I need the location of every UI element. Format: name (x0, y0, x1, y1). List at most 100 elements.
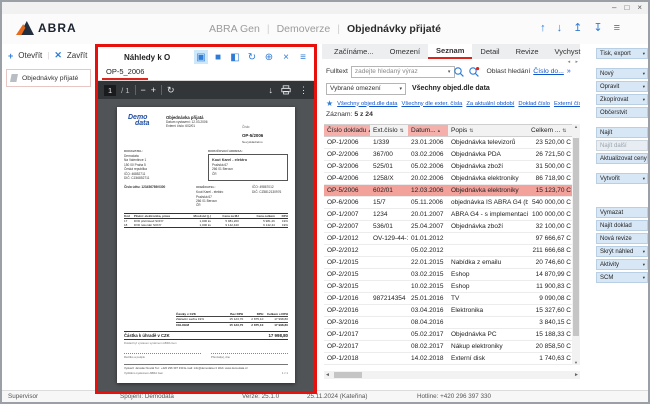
ob-erstvit-button[interactable]: Občerstvit (596, 107, 648, 118)
column-header-ext-slo[interactable]: Ext.číslo⇅ (370, 125, 408, 136)
tab-vychyst[interactable]: Vychyst (547, 45, 589, 58)
chevron-down-icon: ▾ (643, 84, 645, 90)
aktivity-button[interactable]: Aktivity▾ (596, 259, 648, 270)
table-row[interactable]: OP-5/2006602/0112.03.2006Objednávka elek… (324, 185, 572, 197)
naj-t-doklad-button[interactable]: Najít doklad (596, 220, 648, 231)
cell: 23 520,00 C (528, 137, 572, 148)
table-row[interactable]: OP-1/201698721435425.01.2016TV9 090,08 C (324, 293, 572, 305)
tab-detail[interactable]: Detail (472, 45, 507, 58)
restriction-dropdown[interactable]: Vybrané omezení ▾ (326, 83, 406, 95)
vytvo-it-button[interactable]: Vytvořit▾ (596, 173, 648, 184)
table-row[interactable]: OP-2/201708.02.2017Nákup elektroniky20 8… (324, 341, 572, 353)
preview-pane-icon[interactable]: ▣ (194, 50, 208, 64)
zkop-rovat-button[interactable]: Zkopírovat▾ (596, 94, 648, 105)
search-next-icon[interactable] (468, 66, 480, 78)
zoom-out-icon[interactable]: − (141, 84, 146, 96)
web-view-icon[interactable]: ⊕ (262, 50, 276, 64)
table-row[interactable]: OP-1/2012OV-129-44-1201.01.201297 666,67… (324, 233, 572, 245)
close-button[interactable]: Zavřít (67, 51, 87, 60)
column-header-celkem[interactable]: Celkem ...⇅ (528, 125, 572, 136)
nov-button[interactable]: Nový▾ (596, 68, 648, 79)
vertical-scroll-thumb[interactable] (573, 138, 579, 336)
main-menu-icon[interactable]: ≡ (614, 22, 620, 35)
nov-revize-button[interactable]: Nová revize (596, 233, 648, 244)
skr-t-n-hled-button[interactable]: Skrýt náhled▾ (596, 246, 648, 257)
download-icon[interactable]: ↓ (269, 84, 274, 96)
table-row[interactable]: OP-1/2007123420.01.2007ABRA G4 - s imple… (324, 209, 572, 221)
favorite-star-icon[interactable]: ★ (326, 99, 333, 108)
tab-za-n-me[interactable]: Začínáme... (326, 45, 382, 58)
last-record-icon[interactable]: ↧ (593, 22, 602, 35)
tab-revize[interactable]: Revize (508, 45, 547, 58)
tab-omezen[interactable]: Omezení (382, 45, 428, 58)
naj-t-button[interactable]: Najít (596, 127, 648, 138)
table-row[interactable]: OP-2/201503.02.2015Eshop14 870,99 C (324, 269, 572, 281)
table-row[interactable]: OP-3/201510.02.2015Eshop11 900,83 C (324, 281, 572, 293)
next-record-icon[interactable]: ↓ (557, 22, 563, 35)
open-button[interactable]: Otevřít (18, 51, 42, 60)
quick-filter-za-aktu-ln-obdob[interactable]: Za aktuální období (466, 101, 514, 107)
table-row[interactable]: OP-1/20061/33923.01.2006Objednávka telev… (324, 137, 572, 149)
pdf-page-input[interactable]: 1 (104, 85, 116, 96)
column-header-popis[interactable]: Popis⇅ (448, 125, 528, 136)
quick-filter-doklad-slo[interactable]: Doklad číslo (518, 101, 550, 107)
horizontal-scrollbar[interactable]: ◄ ► (324, 371, 580, 379)
table-row[interactable]: OP-3/201608.04.20163 840,15 C (324, 317, 572, 329)
table-row[interactable]: OP-4/20061258/X20.02.2006Objednávka elek… (324, 173, 572, 185)
scroll-left-icon[interactable]: ◄ (325, 371, 330, 379)
cell: Objednávka televizorů (448, 137, 528, 148)
print-icon[interactable] (281, 85, 291, 95)
record-count-value: 5 z 24 (354, 111, 373, 118)
search-scope-link[interactable]: Číslo do... (533, 68, 564, 75)
quick-filter-v-echny-dle-exter-sla[interactable]: Všechny dle exter. čísla (401, 101, 462, 107)
table-row[interactable]: OP-1/201814.02.2018Externí disk1 740,63 … (324, 353, 572, 365)
prev-record-icon[interactable]: ↑ (540, 22, 546, 35)
preview-tab-op5-2006[interactable]: OP-5_2006 (102, 67, 148, 80)
preview-menu-icon[interactable]: ≡ (296, 50, 310, 64)
close-preview-icon[interactable]: × (279, 50, 293, 64)
fulltext-input[interactable] (351, 66, 455, 78)
cell: 25.01.2016 (408, 293, 448, 304)
table-row[interactable]: OP-1/201522.01.2015Nabídka z emailu20 74… (324, 257, 572, 269)
cell: 1/339 (370, 137, 408, 148)
pdf-more-icon[interactable]: ⋮ (299, 84, 308, 96)
table-row[interactable]: OP-2/201205.02.2012211 666,68 C (324, 245, 572, 257)
table-row[interactable]: OP-2/2007536/0125.04.2007Objednávka zbož… (324, 221, 572, 233)
tab-seznam[interactable]: Seznam (428, 44, 472, 59)
zoom-in-icon[interactable]: + (151, 84, 156, 96)
quick-filter-v-echny-objed-dle-data[interactable]: Všechny objed.dle data (337, 101, 397, 107)
minimize-icon[interactable]: – (612, 3, 616, 13)
tisk-export-button[interactable]: Tisk, export▾ (596, 48, 648, 59)
rotate-icon[interactable]: ↻ (167, 84, 175, 96)
search-icon[interactable] (453, 66, 465, 78)
quick-filter-extern-slo[interactable]: Externí číslo (554, 101, 580, 107)
close-icon[interactable]: × (637, 3, 642, 13)
first-record-icon[interactable]: ↥ (573, 22, 582, 35)
full-view-icon[interactable]: ■ (211, 50, 225, 64)
scm-button[interactable]: SCM▾ (596, 272, 648, 283)
table-row[interactable]: OP-6/200615/705.11.2006objednávka IS ABR… (324, 197, 572, 209)
table-row[interactable]: OP-2/2006367/0003.02.2006Objednávka PDA2… (324, 149, 572, 161)
column-header-datum[interactable]: Datum...▴ (408, 125, 448, 136)
opravit-button[interactable]: Opravit▾ (596, 81, 648, 92)
scroll-down-icon[interactable]: ▼ (572, 360, 580, 365)
cell: 12.03.2006 (408, 185, 448, 196)
status-connection: Spojení: Demodata (120, 393, 174, 400)
table-row[interactable]: OP-2/201603.04.2016Elektronika15 327,60 … (324, 305, 572, 317)
search-more-icon[interactable]: » (567, 68, 571, 75)
column-header-slo-dokladu[interactable]: Číslo dokladu▴ (324, 125, 370, 136)
split-view-icon[interactable]: ◧ (228, 50, 242, 64)
pdf-viewport[interactable]: Demo data Objednávka přijatá Datum vysta… (98, 99, 314, 391)
scroll-right-icon[interactable]: ► (574, 371, 579, 379)
table-row[interactable]: OP-1/201705.02.2017Objednávka PC15 188,3… (324, 329, 572, 341)
app-header: ABRA ABRA Gen | Demoverze | Objednávky p… (2, 14, 648, 44)
horizontal-scroll-thumb[interactable] (334, 372, 362, 378)
refresh-preview-icon[interactable]: ↻ (245, 50, 259, 64)
table-row[interactable]: OP-3/2006525/0105.02.2006Objednávka zbož… (324, 161, 572, 173)
vertical-scrollbar[interactable]: ▲ ▼ (572, 124, 580, 365)
scroll-up-icon[interactable]: ▲ (572, 124, 580, 129)
aktualizovat-ceny-button[interactable]: Aktualizovat ceny (596, 153, 648, 164)
vymazat-button[interactable]: Vymazat (596, 207, 648, 218)
maximize-icon[interactable]: □ (624, 3, 629, 13)
sidebar-item-objednavky-prijate[interactable]: Objednávky přijaté (6, 69, 91, 87)
